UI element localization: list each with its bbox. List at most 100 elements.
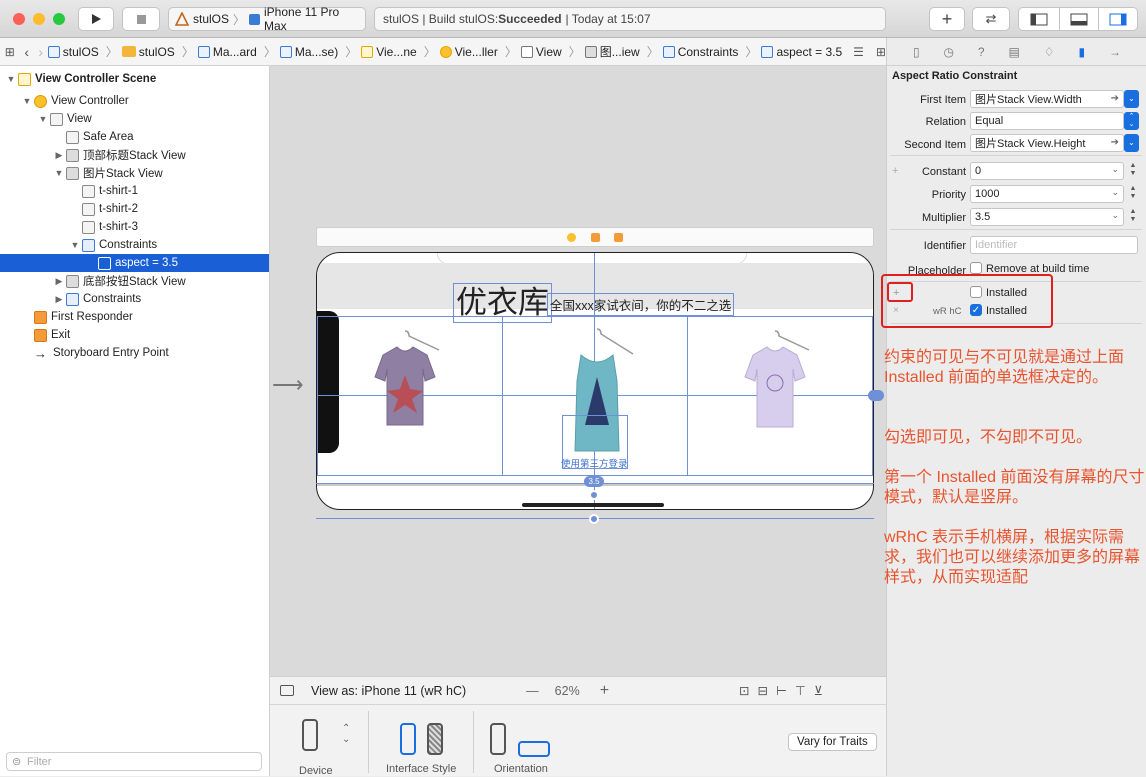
tshirt-3-image[interactable]	[735, 325, 815, 435]
crumb-constraints[interactable]: Constraints	[662, 45, 738, 59]
toggle-navigator-button[interactable]	[1018, 7, 1060, 31]
landscape-icon[interactable]	[518, 741, 550, 757]
dark-mode-icon[interactable]	[427, 723, 443, 755]
relation-popup-button[interactable]: ⌃ ⌄	[1124, 112, 1139, 130]
embed-in-icon[interactable]: ⊟	[758, 684, 776, 698]
add-constraints-icon[interactable]: ⊤	[795, 684, 814, 698]
disclosure-open-icon[interactable]: ▼	[6, 74, 16, 84]
crumb-stackview[interactable]: 图...iew	[584, 43, 640, 60]
stop-button[interactable]	[122, 7, 160, 31]
history-inspector-icon[interactable]: ◷	[943, 45, 953, 59]
first-responder-dock-icon[interactable]	[591, 233, 600, 242]
outline-top-stack[interactable]: ▶ 顶部标题Stack View	[0, 146, 269, 164]
arrow-circle-icon[interactable]: ➔	[1111, 137, 1119, 148]
arrow-circle-icon[interactable]: ➔	[1111, 93, 1119, 104]
device-frame[interactable]: 优衣库 全国xxx家试衣间，你的不二之选 使用第三方登录	[316, 252, 874, 510]
help-inspector-icon[interactable]: ?	[978, 45, 985, 59]
trailing-constraint-handle[interactable]	[868, 390, 884, 401]
forward-button[interactable]: ›	[34, 44, 48, 60]
chevron-down-icon[interactable]: ⌄	[1111, 210, 1119, 221]
related-items-icon[interactable]: ⊞	[0, 45, 20, 59]
multiplier-stepper[interactable]: ▲ ▼	[1128, 208, 1138, 226]
editor-options-icon[interactable]: ☰	[853, 45, 864, 59]
outline-view-controller[interactable]: ▼ View Controller	[0, 92, 269, 110]
run-button[interactable]	[78, 7, 114, 31]
outline-constraints-inner[interactable]: ▼ Constraints	[0, 236, 269, 254]
outline-aspect-constraint[interactable]: aspect = 3.5	[0, 254, 269, 272]
chevron-down-icon[interactable]: ⌄	[1111, 164, 1119, 175]
zoom-level[interactable]: 62%	[555, 684, 580, 698]
outline-image-stack[interactable]: ▼ 图片Stack View	[0, 164, 269, 182]
disclosure-open-icon[interactable]: ▼	[22, 96, 32, 106]
outline-constraints-outer[interactable]: ▶ Constraints	[0, 290, 269, 308]
view-controller-dock-icon[interactable]	[567, 233, 576, 242]
attributes-inspector-icon[interactable]: ♢	[1044, 45, 1055, 59]
relation-select[interactable]: Equal	[970, 112, 1124, 130]
exit-dock-icon[interactable]	[614, 233, 623, 242]
outline-bottom-stack[interactable]: ▶ 底部按钮Stack View	[0, 272, 269, 290]
disclosure-open-icon[interactable]: ▼	[70, 240, 80, 250]
portrait-icon[interactable]	[490, 723, 506, 755]
connections-inspector-icon[interactable]: →	[1109, 45, 1121, 59]
third-party-login-label[interactable]: 使用第三方登录	[561, 456, 628, 470]
update-frames-icon[interactable]: ⊡	[739, 684, 757, 698]
size-inspector-icon[interactable]: ▮	[1078, 45, 1085, 59]
tshirt-1-image[interactable]	[365, 325, 445, 435]
crumb-aspect[interactable]: aspect = 3.5	[761, 45, 842, 59]
constraint-handle[interactable]	[589, 514, 599, 524]
code-review-button[interactable]: ⇄	[972, 7, 1010, 31]
constraint-handle[interactable]	[589, 490, 599, 500]
chevron-down-icon[interactable]: ⌄	[1111, 187, 1119, 198]
first-item-select[interactable]: 图片Stack View.Width ➔	[970, 90, 1124, 108]
disclosure-closed-icon[interactable]: ▶	[54, 150, 64, 161]
outline-tshirt-3[interactable]: t-shirt-3	[0, 218, 269, 236]
toggle-inspector-button[interactable]	[1098, 7, 1138, 31]
resolve-issues-icon[interactable]: ⊻	[814, 684, 831, 698]
light-mode-icon[interactable]	[400, 723, 416, 755]
zoom-out-button[interactable]: —	[526, 684, 539, 698]
identity-inspector-icon[interactable]: ▤	[1009, 45, 1020, 59]
priority-field[interactable]: 1000 ⌄	[970, 185, 1124, 203]
disclosure-open-icon[interactable]: ▼	[54, 168, 64, 178]
disclosure-closed-icon[interactable]: ▶	[54, 276, 64, 287]
constant-field[interactable]: 0 ⌄	[970, 162, 1124, 180]
identifier-field[interactable]: Identifier	[970, 236, 1138, 254]
crumb-folder[interactable]: stulOS	[121, 45, 175, 59]
second-item-popup-button[interactable]: ⌄	[1124, 134, 1139, 152]
crumb-base[interactable]: Ma...se)	[279, 45, 338, 59]
scene-dock[interactable]	[316, 227, 874, 247]
outline-first-responder[interactable]: First Responder	[0, 308, 269, 326]
outline-view[interactable]: ▼ View	[0, 110, 269, 128]
close-window-button[interactable]	[13, 13, 25, 25]
crumb-project[interactable]: stulOS	[47, 45, 99, 59]
constant-stepper[interactable]: ▲ ▼	[1128, 162, 1138, 180]
outline-scene[interactable]: ▼ View Controller Scene	[0, 70, 269, 88]
aspect-ratio-badge[interactable]: 3.5	[584, 476, 604, 487]
outline-safe-area[interactable]: Safe Area	[0, 128, 269, 146]
second-item-select[interactable]: 图片Stack View.Height ➔	[970, 134, 1124, 152]
view-as-label[interactable]: View as: iPhone 11 (wR hC)	[311, 684, 466, 698]
zoom-window-button[interactable]	[53, 13, 65, 25]
outline-entry-point[interactable]: → Storyboard Entry Point	[0, 344, 269, 362]
file-inspector-icon[interactable]: ▯	[913, 45, 920, 59]
crumb-storyboard[interactable]: Ma...ard	[197, 45, 257, 59]
crumb-view[interactable]: View	[520, 45, 562, 59]
outline-exit[interactable]: Exit	[0, 326, 269, 344]
device-phone-icon[interactable]	[302, 719, 318, 751]
layout-tools[interactable]: ⊡⊟⊢⊤⊻	[739, 683, 831, 698]
priority-stepper[interactable]: ▲ ▼	[1128, 185, 1138, 203]
scheme-selector[interactable]: stulOS 〉 iPhone 11 Pro Max	[168, 5, 366, 33]
align-icon[interactable]: ⊢	[776, 684, 795, 698]
minimize-window-button[interactable]	[33, 13, 45, 25]
show-outline-icon[interactable]	[280, 685, 294, 696]
crumb-controller[interactable]: Vie...ller	[439, 45, 498, 59]
brand-subtitle[interactable]: 全国xxx家试衣间，你的不二之选	[547, 293, 735, 316]
disclosure-closed-icon[interactable]: ▶	[54, 294, 64, 305]
add-editor-icon[interactable]: ⊞	[876, 45, 886, 59]
disclosure-open-icon[interactable]: ▼	[38, 114, 48, 124]
outline-tshirt-2[interactable]: t-shirt-2	[0, 200, 269, 218]
library-button[interactable]: +	[929, 7, 965, 31]
device-stepper-icon[interactable]: ⌃ ⌄	[342, 723, 350, 745]
toggle-debug-button[interactable]	[1059, 7, 1099, 31]
first-item-popup-button[interactable]: ⌄	[1124, 90, 1139, 108]
